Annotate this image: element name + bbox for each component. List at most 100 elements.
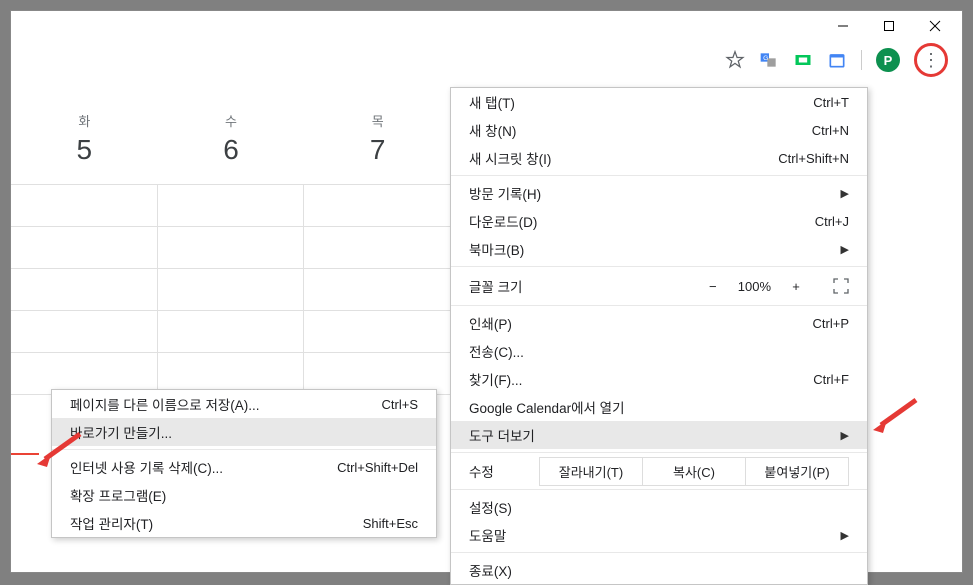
profile-avatar[interactable]: P	[876, 48, 900, 72]
menu-label: 도구 더보기	[469, 425, 833, 445]
zoom-label: 글꼴 크기	[469, 276, 706, 296]
submenu-task-manager[interactable]: 작업 관리자(T) Shift+Esc	[52, 509, 436, 537]
submenu-arrow-icon: ▶	[841, 187, 849, 200]
calendar-grid	[11, 184, 451, 395]
menu-label: 새 시크릿 창(I)	[469, 148, 778, 168]
zoom-value: 100%	[738, 279, 771, 294]
calendar-background: 화 5 수 6 목 7	[11, 101, 451, 395]
menu-shortcut: Ctrl+J	[815, 214, 849, 229]
day-column[interactable]: 수 6	[158, 111, 305, 166]
day-name: 목	[304, 111, 451, 130]
menu-more-tools[interactable]: 도구 더보기 ▶	[451, 421, 867, 449]
submenu-save-as[interactable]: 페이지를 다른 이름으로 저장(A)... Ctrl+S	[52, 390, 436, 418]
day-number: 5	[11, 134, 158, 166]
day-name: 화	[11, 111, 158, 130]
copy-button[interactable]: 복사(C)	[643, 458, 746, 485]
paste-button[interactable]: 붙여넣기(P)	[746, 458, 848, 485]
day-column[interactable]: 목 7	[304, 111, 451, 166]
submenu-extensions[interactable]: 확장 프로그램(E)	[52, 481, 436, 509]
menu-label: 바로가기 만들기...	[70, 422, 418, 442]
calendar-row[interactable]	[11, 311, 451, 353]
calendar-extension-icon[interactable]	[827, 50, 847, 70]
toolbar-divider	[861, 50, 862, 70]
menu-new-tab[interactable]: 새 탭(T) Ctrl+T	[451, 88, 867, 116]
browser-toolbar: G P ⋮	[11, 41, 962, 79]
menu-label: 새 탭(T)	[469, 92, 813, 112]
menu-new-window[interactable]: 새 창(N) Ctrl+N	[451, 116, 867, 144]
more-menu-highlight: ⋮	[914, 43, 948, 77]
calendar-row[interactable]	[11, 185, 451, 227]
calendar-row[interactable]	[11, 269, 451, 311]
calendar-row[interactable]	[11, 227, 451, 269]
chrome-window: G P ⋮ 화 5 수 6 목 7	[10, 10, 963, 573]
zoom-in-button[interactable]: +	[789, 279, 803, 294]
menu-cast[interactable]: 전송(C)...	[451, 337, 867, 365]
menu-shortcut: Shift+Esc	[363, 516, 418, 531]
menu-separator	[451, 175, 867, 176]
menu-separator	[52, 449, 436, 450]
menu-history[interactable]: 방문 기록(H) ▶	[451, 179, 867, 207]
svg-text:G: G	[763, 55, 768, 62]
day-number: 7	[304, 134, 451, 166]
menu-separator	[451, 452, 867, 453]
submenu-clear-browsing[interactable]: 인터넷 사용 기록 삭제(C)... Ctrl+Shift+Del	[52, 453, 436, 481]
submenu-arrow-icon: ▶	[841, 429, 849, 442]
naver-extension-icon[interactable]	[793, 50, 813, 70]
menu-help[interactable]: 도움말 ▶	[451, 521, 867, 549]
menu-separator	[451, 489, 867, 490]
menu-label: 도움말	[469, 525, 833, 545]
menu-label: 작업 관리자(T)	[70, 513, 363, 533]
menu-find[interactable]: 찾기(F)... Ctrl+F	[451, 365, 867, 393]
close-button[interactable]	[912, 11, 958, 41]
menu-open-in-app[interactable]: Google Calendar에서 열기	[451, 393, 867, 421]
menu-separator	[451, 305, 867, 306]
more-menu-button[interactable]: ⋮	[922, 50, 940, 71]
menu-label: 새 창(N)	[469, 120, 812, 140]
menu-shortcut: Ctrl+Shift+N	[778, 151, 849, 166]
menu-separator	[451, 266, 867, 267]
edit-actions: 잘라내기(T) 복사(C) 붙여넣기(P)	[539, 457, 849, 486]
edit-label: 수정	[469, 461, 539, 481]
menu-downloads[interactable]: 다운로드(D) Ctrl+J	[451, 207, 867, 235]
menu-label: 확장 프로그램(E)	[70, 485, 418, 505]
menu-shortcut: Ctrl+T	[813, 95, 849, 110]
zoom-out-button[interactable]: −	[706, 279, 720, 294]
translate-extension-icon[interactable]: G	[759, 50, 779, 70]
annotation-arrow-icon	[871, 395, 921, 435]
submenu-create-shortcut[interactable]: 바로가기 만들기...	[52, 418, 436, 446]
day-number: 6	[158, 134, 305, 166]
menu-exit[interactable]: 종료(X)	[451, 556, 867, 584]
minimize-button[interactable]	[820, 11, 866, 41]
calendar-day-headers: 화 5 수 6 목 7	[11, 101, 451, 166]
menu-separator	[451, 552, 867, 553]
fullscreen-icon[interactable]	[833, 278, 849, 294]
submenu-arrow-icon: ▶	[841, 529, 849, 542]
more-tools-submenu: 페이지를 다른 이름으로 저장(A)... Ctrl+S 바로가기 만들기...…	[51, 389, 437, 538]
menu-label: 종료(X)	[469, 560, 849, 580]
bookmark-star-icon[interactable]	[725, 50, 745, 70]
menu-label: 인터넷 사용 기록 삭제(C)...	[70, 457, 337, 477]
menu-bookmarks[interactable]: 북마크(B) ▶	[451, 235, 867, 263]
menu-label: 전송(C)...	[469, 341, 849, 361]
cut-button[interactable]: 잘라내기(T)	[540, 458, 643, 485]
menu-new-incognito[interactable]: 새 시크릿 창(I) Ctrl+Shift+N	[451, 144, 867, 172]
menu-label: 다운로드(D)	[469, 211, 815, 231]
menu-label: 방문 기록(H)	[469, 183, 833, 203]
window-titlebar	[11, 11, 962, 41]
menu-label: Google Calendar에서 열기	[469, 397, 849, 417]
maximize-button[interactable]	[866, 11, 912, 41]
menu-label: 북마크(B)	[469, 239, 833, 259]
menu-shortcut: Ctrl+F	[813, 372, 849, 387]
chrome-main-menu: 새 탭(T) Ctrl+T 새 창(N) Ctrl+N 새 시크릿 창(I) C…	[450, 87, 868, 585]
day-column[interactable]: 화 5	[11, 111, 158, 166]
menu-edit-row: 수정 잘라내기(T) 복사(C) 붙여넣기(P)	[451, 456, 867, 486]
menu-print[interactable]: 인쇄(P) Ctrl+P	[451, 309, 867, 337]
menu-label: 인쇄(P)	[469, 313, 813, 333]
menu-label: 설정(S)	[469, 497, 849, 517]
menu-shortcut: Ctrl+P	[813, 316, 849, 331]
day-name: 수	[158, 111, 305, 130]
menu-shortcut: Ctrl+Shift+Del	[337, 460, 418, 475]
menu-shortcut: Ctrl+S	[382, 397, 418, 412]
menu-label: 찾기(F)...	[469, 369, 813, 389]
menu-settings[interactable]: 설정(S)	[451, 493, 867, 521]
